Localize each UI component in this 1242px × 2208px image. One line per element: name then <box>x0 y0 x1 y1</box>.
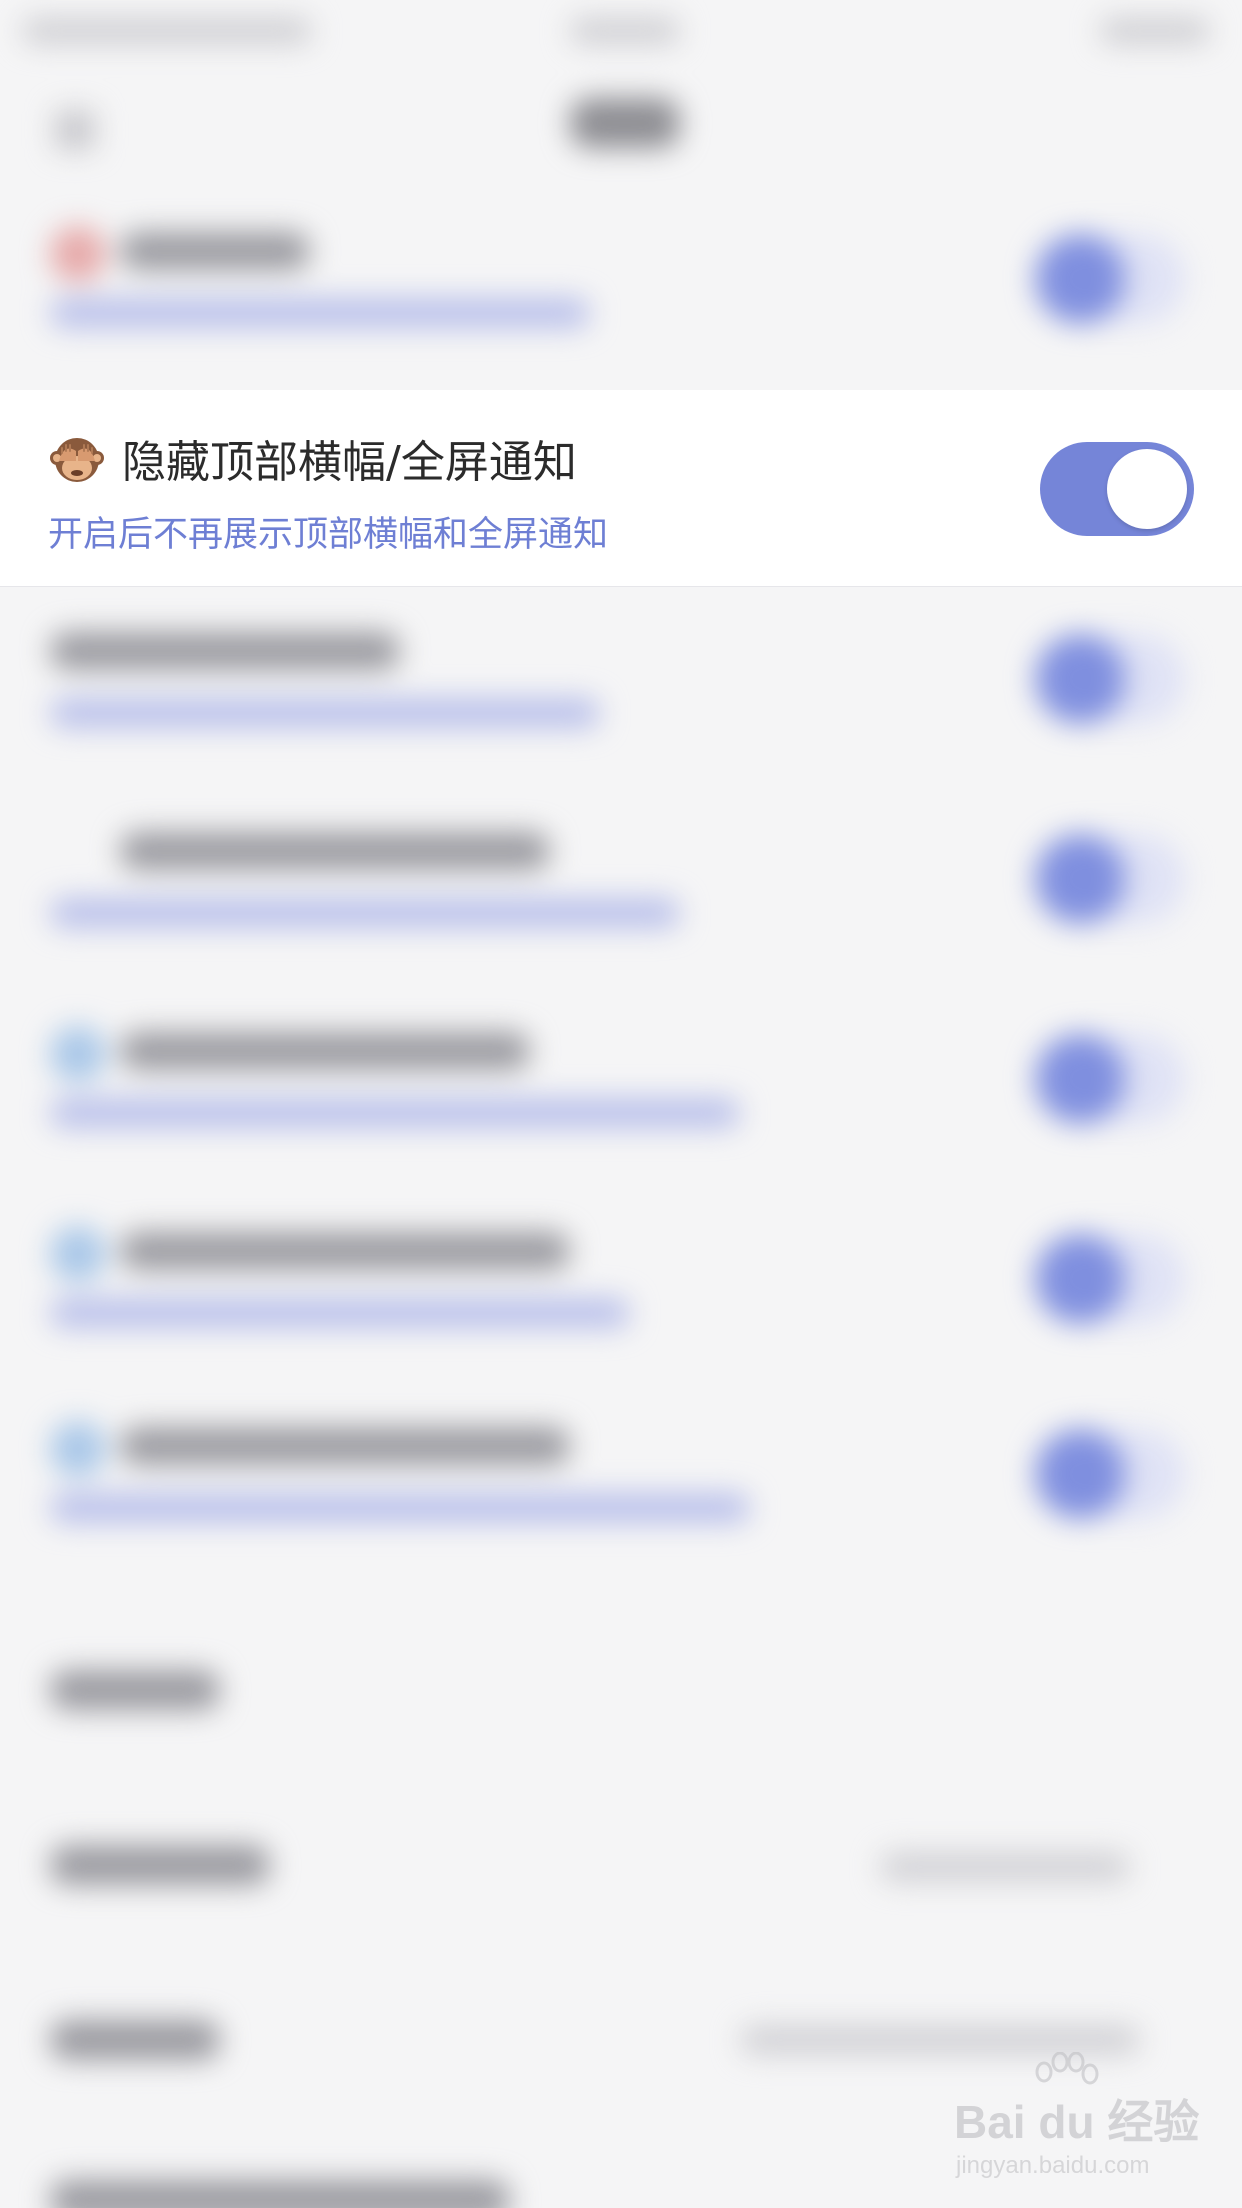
blurred-setting-row <box>0 990 1242 1186</box>
baidu-jingyan-watermark: Bai du 经验 jingyan.baidu.com <box>950 2052 1199 2190</box>
watermark-url: jingyan.baidu.com <box>956 2152 1150 2179</box>
blurred-setting-label <box>50 2180 510 2208</box>
setting-title-wrapper: 隐藏顶部横幅/全屏通知 <box>50 426 577 490</box>
watermark-brand: Bai du 经验 <box>954 2096 1200 2148</box>
hide-banner-toggle[interactable] <box>1040 442 1194 536</box>
setting-title: 隐藏顶部横幅/全屏通知 <box>122 437 577 488</box>
status-bar-right <box>1100 18 1210 44</box>
blurred-setting-label <box>50 2020 220 2060</box>
blurred-toggle[interactable] <box>1035 834 1185 924</box>
page-title <box>570 98 680 148</box>
blurred-toggle[interactable] <box>1035 634 1185 724</box>
back-icon[interactable] <box>55 110 95 150</box>
blurred-setting-label <box>50 1845 270 1885</box>
blurred-setting-value <box>740 2025 1140 2055</box>
status-bar-time <box>570 18 680 44</box>
status-bar-left <box>22 18 312 44</box>
blurred-toggle[interactable] <box>1035 1429 1185 1519</box>
blurred-section-header <box>50 1670 220 1710</box>
setting-subtitle: 开启后不再展示顶部横幅和全屏通知 <box>48 515 609 555</box>
blurred-toggle[interactable] <box>1035 1034 1185 1124</box>
hide-banner-setting-row: 隐藏顶部横幅/全屏通知 开启后不再展示顶部横幅和全屏通知 <box>0 390 1242 587</box>
blurred-setting-row <box>0 1190 1242 1386</box>
see-no-evil-monkey-icon <box>50 431 104 485</box>
blurred-setting-row <box>0 590 1242 786</box>
settings-screen: 隐藏顶部横幅/全屏通知 开启后不再展示顶部横幅和全屏通知 Bai du 经验 j… <box>0 0 1242 2208</box>
blurred-setting-row <box>0 790 1242 986</box>
blurred-setting-value <box>880 1852 1130 1882</box>
toggle-knob <box>1107 449 1187 529</box>
blurred-setting-row <box>0 190 1242 386</box>
blurred-toggle[interactable] <box>1035 234 1185 324</box>
blurred-toggle[interactable] <box>1035 1234 1185 1324</box>
blurred-background <box>0 0 1242 2208</box>
blurred-setting-row <box>0 1385 1242 1581</box>
